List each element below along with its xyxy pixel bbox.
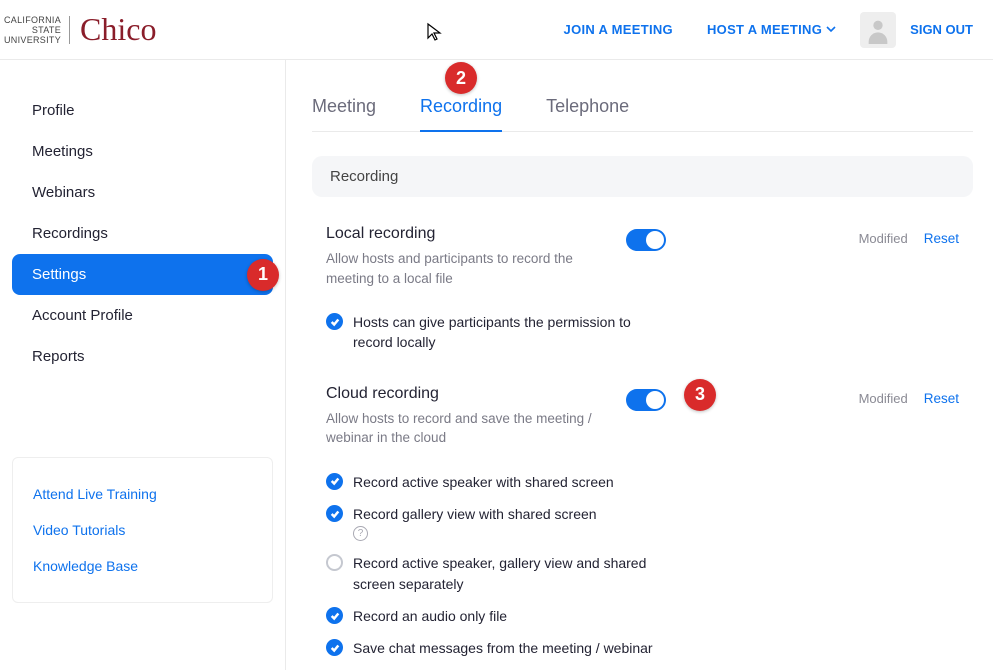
main-content: Meeting Recording 2 Telephone Recording … [286, 60, 993, 670]
option-label: Record active speaker, gallery view and … [353, 553, 653, 594]
section-header-recording: Recording [312, 156, 973, 197]
host-meeting-label: HOST A MEETING [707, 22, 822, 37]
toggle-cloud-recording[interactable] [626, 389, 666, 411]
join-meeting-link[interactable]: JOIN A MEETING [564, 22, 673, 37]
reset-link[interactable]: Reset [924, 231, 959, 246]
person-icon [864, 16, 892, 44]
logo-divider [69, 16, 70, 44]
setting-cloud-recording: Cloud recording Allow hosts to record an… [312, 385, 973, 484]
setting-desc: Allow hosts to record and save the meeti… [326, 409, 596, 448]
annotation-badge-2: 2 [445, 62, 477, 94]
option-row: Record an audio only file [326, 600, 973, 632]
help-link-kb[interactable]: Knowledge Base [33, 548, 252, 584]
setting-desc: Allow hosts and participants to record t… [326, 249, 596, 288]
option-row: Record gallery view with shared screen ? [326, 498, 973, 547]
avatar[interactable] [860, 12, 896, 48]
caret-down-icon [826, 22, 836, 37]
reset-link[interactable]: Reset [924, 391, 959, 406]
checkbox-checked-icon[interactable] [326, 313, 343, 330]
logo-line: UNIVERSITY [4, 35, 61, 45]
toggle-local-recording[interactable] [626, 229, 666, 251]
sign-out-link[interactable]: SIGN OUT [910, 22, 973, 37]
help-icon[interactable]: ? [353, 526, 368, 541]
modified-label: Modified [859, 231, 908, 246]
sidebar-item-account-profile[interactable]: Account Profile [0, 295, 285, 336]
checkbox-checked-icon[interactable] [326, 639, 343, 656]
help-link-training[interactable]: Attend Live Training [33, 476, 252, 512]
sidebar-item-webinars[interactable]: Webinars [0, 172, 285, 213]
modified-label: Modified [859, 391, 908, 406]
cursor-icon [426, 22, 444, 45]
tab-telephone[interactable]: Telephone [546, 84, 629, 131]
option-label: Hosts can give participants the permissi… [353, 312, 653, 353]
annotation-badge-3: 3 [684, 379, 716, 411]
brand-logo: CALIFORNIA STATE UNIVERSITY Chico [0, 0, 156, 59]
tab-meeting[interactable]: Meeting [312, 84, 376, 131]
logo-line: CALIFORNIA [4, 15, 61, 25]
checkbox-checked-icon[interactable] [326, 505, 343, 522]
help-links-box: Attend Live Training Video Tutorials Kno… [12, 457, 273, 603]
sidebar-item-meetings[interactable]: Meetings [0, 131, 285, 172]
cloud-recording-options: Record active speaker with shared screen… [312, 466, 973, 665]
tab-label: Recording [420, 96, 502, 116]
app-header: CALIFORNIA STATE UNIVERSITY Chico JOIN A… [0, 0, 993, 60]
checkbox-unchecked-icon[interactable] [326, 554, 343, 571]
tab-recording[interactable]: Recording 2 [420, 84, 502, 131]
logo-chico: Chico [80, 11, 156, 48]
settings-tabs: Meeting Recording 2 Telephone [312, 84, 973, 132]
sidebar-item-settings[interactable]: Settings 1 [12, 254, 273, 295]
option-row: Hosts can give participants the permissi… [326, 306, 973, 359]
option-label: Save chat messages from the meeting / we… [353, 638, 653, 658]
sidebar-item-profile[interactable]: Profile [0, 90, 285, 131]
sidebar-item-reports[interactable]: Reports [0, 336, 285, 377]
option-label: Record an audio only file [353, 606, 507, 626]
sidebar-item-recordings[interactable]: Recordings [0, 213, 285, 254]
host-meeting-dropdown[interactable]: HOST A MEETING [707, 22, 836, 37]
help-link-tutorials[interactable]: Video Tutorials [33, 512, 252, 548]
local-recording-options: Hosts can give participants the permissi… [312, 306, 973, 359]
logo-line: STATE [4, 25, 61, 35]
logo-csu-text: CALIFORNIA STATE UNIVERSITY [0, 15, 69, 45]
option-row: Record active speaker, gallery view and … [326, 547, 973, 600]
setting-title: Local recording [326, 225, 626, 243]
option-label: Record gallery view with shared screen [353, 504, 597, 524]
sidebar: Profile Meetings Webinars Recordings Set… [0, 60, 286, 670]
annotation-badge-1: 1 [247, 259, 279, 291]
checkbox-checked-icon[interactable] [326, 607, 343, 624]
sidebar-item-label: Settings [32, 266, 86, 283]
option-row: Save chat messages from the meeting / we… [326, 632, 973, 664]
setting-title: Cloud recording [326, 385, 626, 403]
